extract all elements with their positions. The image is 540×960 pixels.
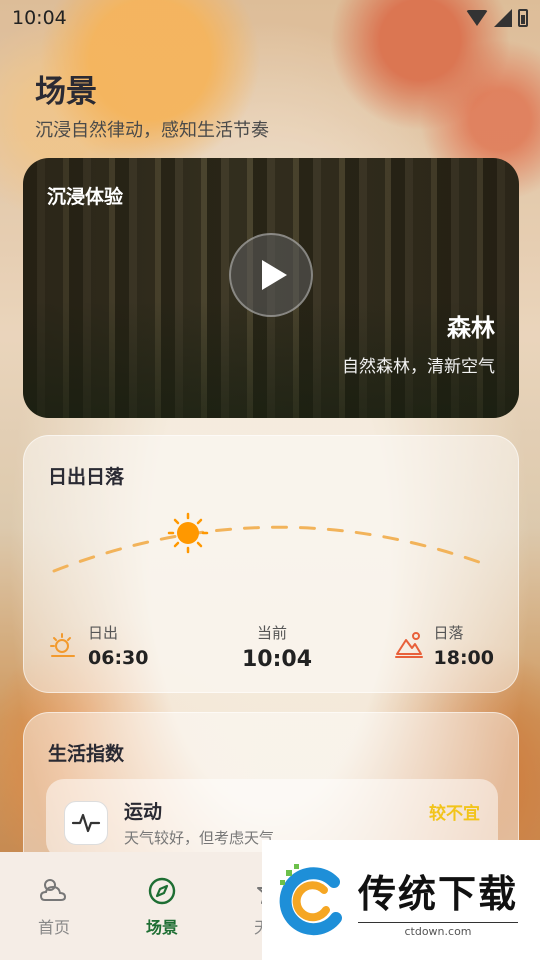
signal-icon	[494, 9, 512, 27]
sunrise-info: 日出 06:30	[48, 622, 148, 669]
scene-description: 自然森林，清新空气	[342, 357, 495, 377]
scene-name: 森林	[447, 314, 495, 342]
sunrise-time: 06:30	[88, 647, 149, 669]
sunrise-sunset-card: 日出 日落 日出 06:30 当前 10:04 日落 18:00	[23, 435, 519, 693]
sunrise-icon	[50, 633, 75, 657]
life-card-title: 生活指数	[48, 743, 125, 765]
battery-icon	[518, 9, 528, 27]
wifi-icon	[466, 10, 488, 26]
current-time-info: 当前 10:04	[242, 622, 313, 672]
page-title: 场景	[35, 74, 97, 110]
page-subtitle: 沉浸自然律动，感知生活节奏	[35, 120, 269, 141]
nav-label-scene: 场景	[145, 918, 178, 937]
nav-item-scene[interactable]: 场景	[108, 852, 216, 960]
sun-card-title: 日出日落	[48, 466, 125, 488]
life-item-title: 运动	[124, 801, 163, 823]
nav-label-home: 首页	[37, 918, 70, 937]
watermark-url: ctdown.com	[358, 921, 519, 938]
life-item-desc: 天气较好，但考虑天气	[124, 829, 275, 847]
immersive-label: 沉浸体验	[47, 186, 124, 208]
watermark: 传统下载 ctdown.com	[262, 840, 540, 960]
nav-item-home[interactable]: 首页	[0, 852, 108, 960]
pulse-icon	[64, 801, 108, 845]
status-bar: 10:04	[0, 0, 540, 36]
sunset-icon	[394, 632, 423, 658]
sun-path-arc	[52, 512, 492, 573]
play-icon	[262, 260, 287, 290]
compass-icon	[148, 877, 176, 905]
weather-icon	[39, 879, 67, 901]
watermark-logo	[279, 864, 342, 936]
current-label: 当前	[256, 624, 287, 642]
sunrise-label: 日出	[88, 624, 119, 642]
sunset-label: 日落	[433, 624, 464, 642]
sun-path-line	[52, 525, 492, 573]
play-button[interactable]	[229, 233, 313, 317]
current-time: 10:04	[242, 647, 313, 672]
status-icons	[466, 9, 528, 27]
sunset-info: 日落 18:00	[394, 622, 494, 669]
sunset-time: 18:00	[433, 647, 494, 669]
immersive-scene-card[interactable]: 沉浸体验 森林 自然森林，清新空气	[23, 158, 519, 418]
watermark-title: 传统下载	[358, 871, 519, 916]
status-time: 10:04	[12, 7, 67, 29]
life-item-level: 较不宜	[429, 804, 480, 824]
